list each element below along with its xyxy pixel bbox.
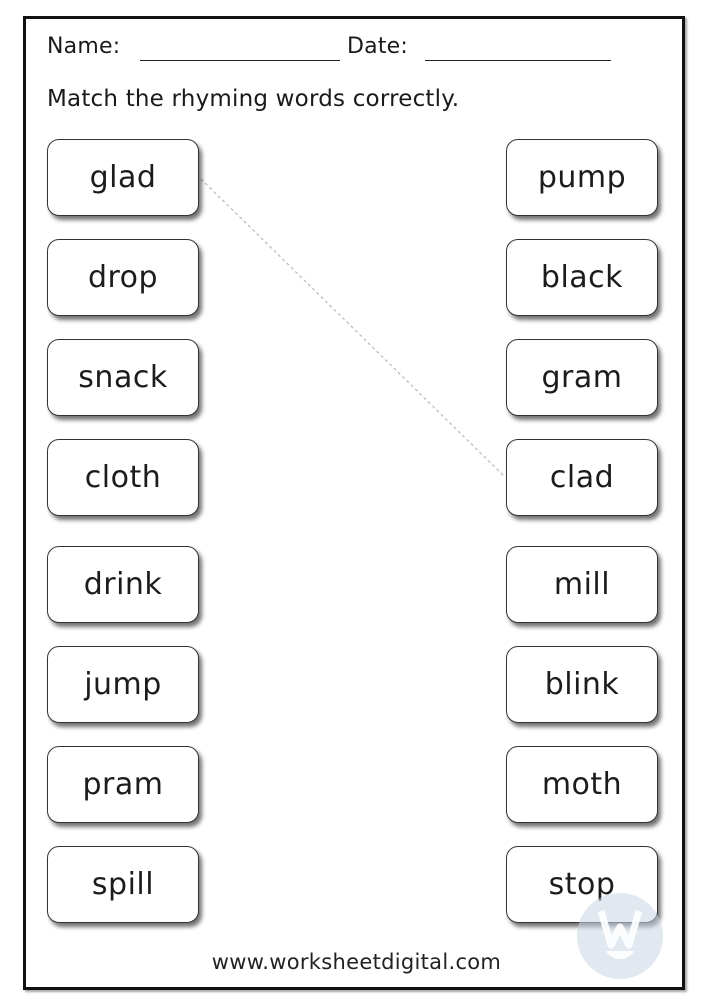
left-word-box[interactable]: cloth (47, 439, 199, 516)
word-label: moth (541, 767, 623, 802)
word-label: cloth (84, 460, 162, 495)
word-label: spill (91, 867, 155, 902)
word-label: black (540, 260, 624, 295)
word-label: jump (84, 667, 162, 702)
left-word-box[interactable]: pram (47, 746, 199, 823)
word-label: drop (87, 260, 159, 295)
left-word-box[interactable]: drink (47, 546, 199, 623)
website-footer: www.worksheetdigital.com (211, 950, 502, 974)
right-word-box[interactable]: pump (506, 139, 658, 216)
right-word-box[interactable]: mill (506, 546, 658, 623)
example-match-line (200, 178, 506, 478)
word-label: blink (544, 667, 620, 702)
word-label: pram (82, 767, 164, 802)
word-label: glad (89, 160, 157, 195)
left-word-box[interactable]: jump (47, 646, 199, 723)
word-label: mill (553, 567, 611, 602)
left-word-box[interactable]: snack (47, 339, 199, 416)
right-word-box[interactable]: moth (506, 746, 658, 823)
left-word-box[interactable]: glad (47, 139, 199, 216)
word-label: clad (549, 460, 615, 495)
left-word-box[interactable]: drop (47, 239, 199, 316)
word-label: drink (83, 567, 163, 602)
left-word-box[interactable]: spill (47, 846, 199, 923)
word-label: pump (537, 160, 627, 195)
word-label: gram (541, 360, 623, 395)
right-word-box[interactable]: gram (506, 339, 658, 416)
word-label: snack (78, 360, 168, 395)
right-word-box[interactable]: blink (506, 646, 658, 723)
right-word-box[interactable]: black (506, 239, 658, 316)
right-word-box[interactable]: clad (506, 439, 658, 516)
